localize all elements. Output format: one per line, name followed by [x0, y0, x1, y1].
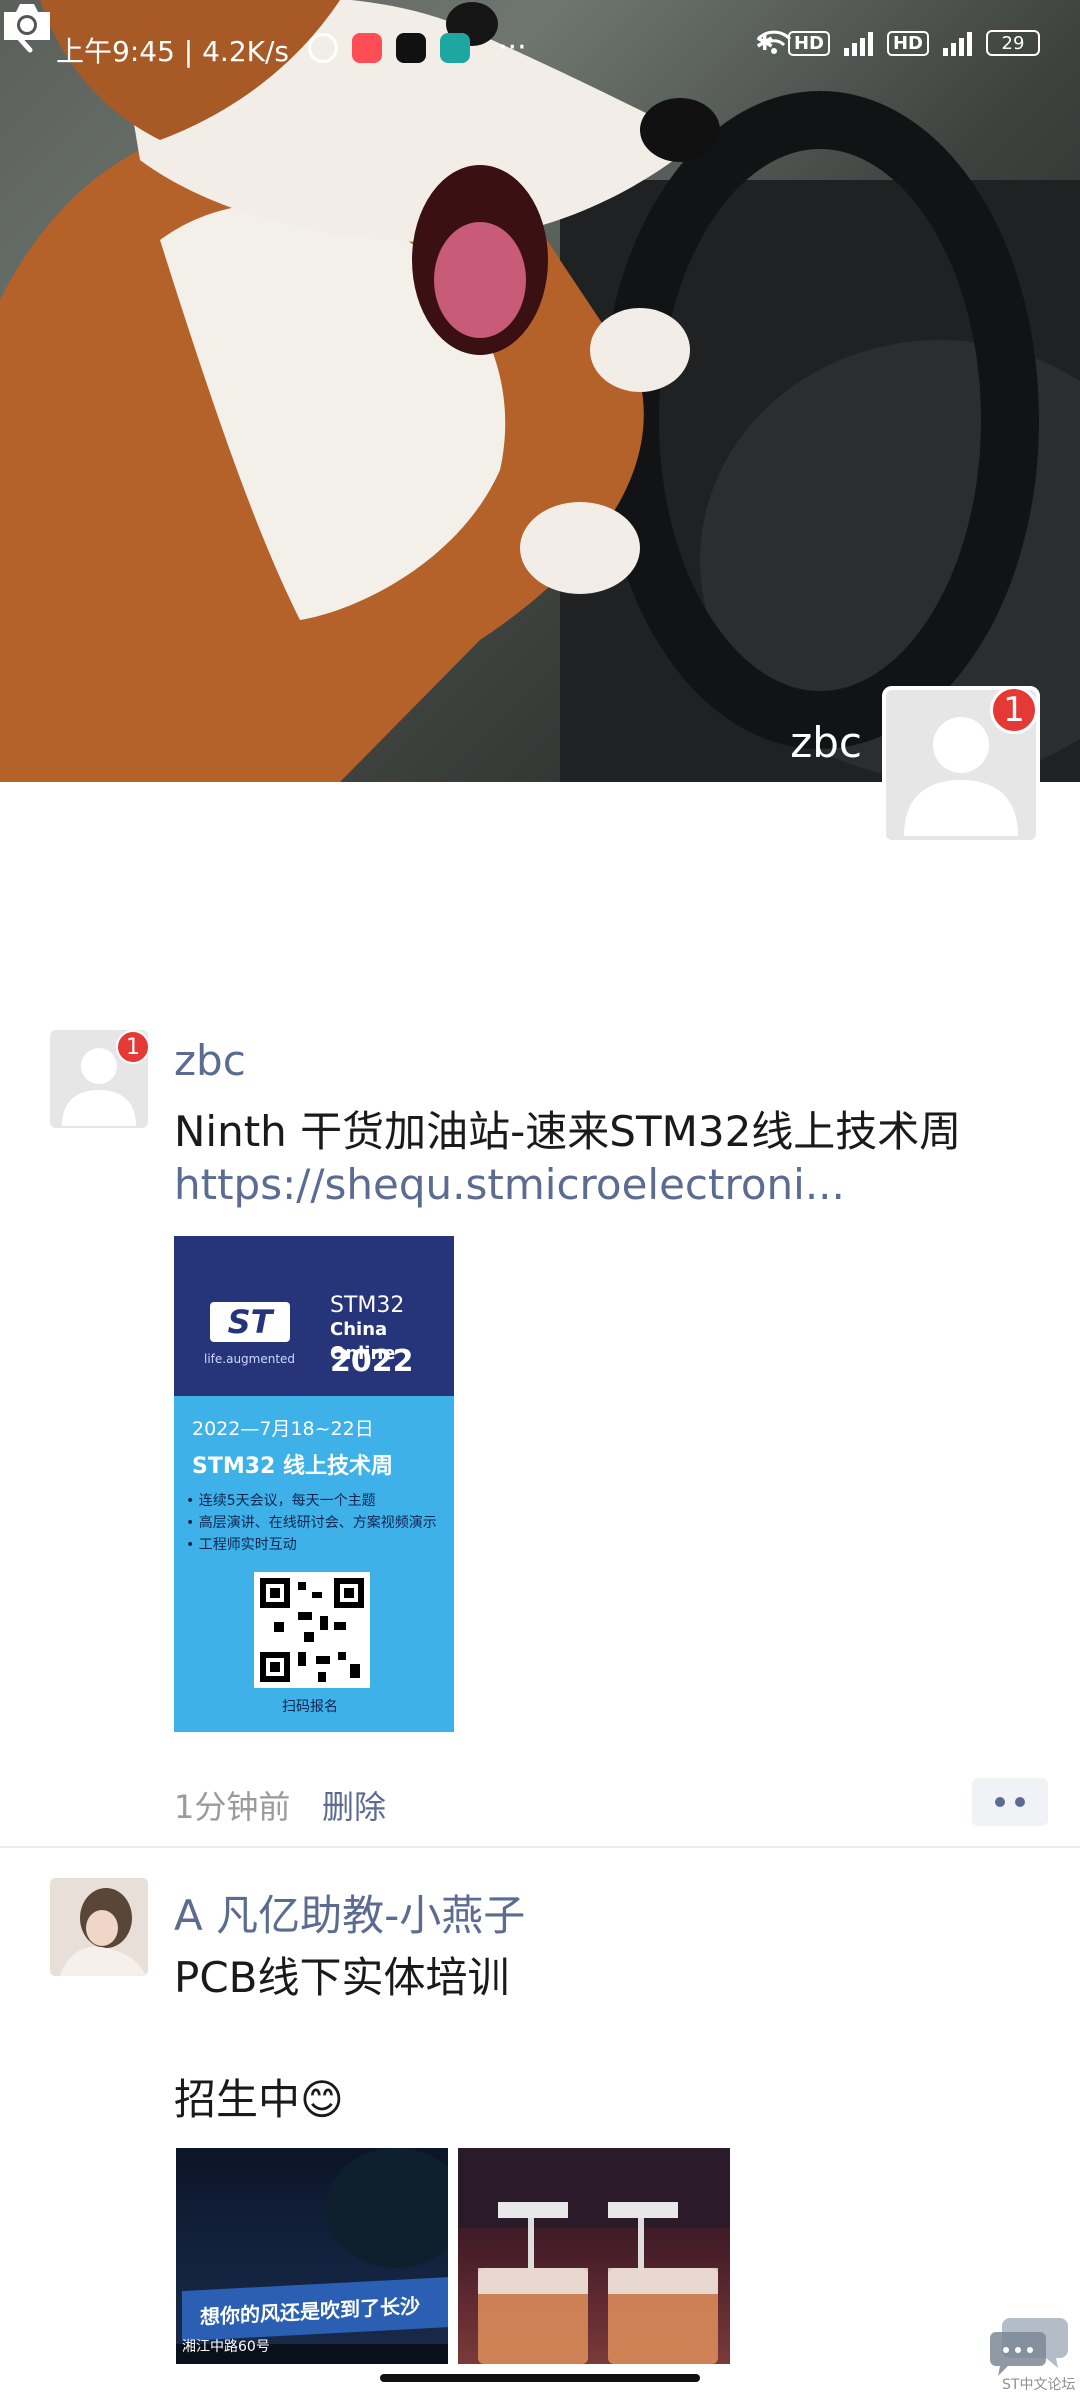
poster-year: 2022 — [330, 1344, 414, 1379]
signal-icon-2 — [943, 30, 972, 56]
status-right: ✱ HD HD 29 — [756, 30, 1040, 56]
dot-icon — [995, 1797, 1005, 1807]
post-image[interactable] — [458, 2148, 730, 2364]
poster-bullet: • 高层演讲、在线研讨会、方案视频演示 — [186, 1515, 437, 1531]
corgi-photo — [0, 0, 1080, 782]
status-app-icons: ··· — [308, 30, 527, 65]
hd-badge: HD — [787, 30, 830, 56]
bcss-app-icon — [440, 32, 470, 63]
dot-icon — [1015, 1797, 1025, 1807]
post-text-line: 招生中😊 — [174, 2075, 344, 2124]
post-avatar[interactable] — [50, 1878, 148, 1976]
more-notifications-icon: ··· — [498, 30, 527, 65]
user-photo-avatar — [50, 1878, 148, 1976]
post-image[interactable]: 想你的风还是吹到了长沙 湘江中路60号 — [176, 2148, 448, 2364]
post-author[interactable]: zbc — [174, 1036, 246, 1085]
post-time: 1分钟前 — [174, 1788, 291, 1826]
signal-icon — [843, 30, 873, 56]
poster-scan-label: 扫码报名 — [282, 1699, 338, 1715]
poster-event-line1: STM32 — [330, 1293, 405, 1318]
drinks-photo — [458, 2148, 730, 2364]
cover-image[interactable]: 上午9:45 | 4.2K/s ··· ✱ HD HD 29 zbc — [0, 0, 1080, 782]
poster-bullet: • 连续5天会议，每天一个主题 — [186, 1493, 376, 1509]
status-bar: 上午9:45 | 4.2K/s ··· ✱ HD HD 29 — [0, 0, 1080, 96]
post-author[interactable]: A 凡亿助教-小燕子 — [174, 1882, 525, 1943]
more-actions-button[interactable] — [972, 1778, 1048, 1826]
st-logo: ST — [210, 1302, 290, 1342]
post-notification-badge: 1 — [116, 1030, 150, 1064]
poster-tagline: life.augmented — [204, 1352, 296, 1366]
home-indicator[interactable] — [380, 2374, 700, 2382]
alarm-icon — [308, 32, 338, 63]
chat-bubble-icon — [990, 2318, 1068, 2376]
delete-button[interactable]: 删除 — [322, 1782, 386, 1828]
status-time: 上午9:45 | 4.2K/s — [56, 35, 290, 68]
post-text: Ninth 干货加油站-速来STM32线上技术周 — [174, 1107, 962, 1156]
qr-code-icon — [254, 1572, 370, 1688]
post-image-poster[interactable]: ST life.augmented STM32 China Online 202… — [174, 1236, 454, 1732]
post-divider — [0, 1846, 1080, 1848]
camera-icon[interactable] — [0, 0, 54, 44]
street-sign-sub: 湘江中路60号 — [182, 2339, 270, 2355]
battery-icon: 29 — [986, 30, 1040, 56]
cover-user-name[interactable]: zbc — [790, 718, 862, 767]
poster-bullet: • 工程师实时互动 — [186, 1537, 297, 1553]
poster-bullets: • 连续5天会议，每天一个主题 • 高层演讲、在线研讨会、方案视频演示 • 工程… — [186, 1490, 437, 1556]
tiktok-icon — [396, 32, 426, 63]
watermark-label: ST中文论坛 — [1002, 2377, 1076, 2393]
wifi-icon — [756, 30, 791, 54]
map-app-icon — [352, 32, 382, 63]
post-link[interactable]: https://shequ.stmicroelectroni... — [174, 1160, 845, 1209]
hd-badge-2: HD — [886, 30, 929, 56]
poster-title: STM32 线上技术周 — [192, 1454, 394, 1479]
post-text-line: PCB线下实体培训 — [174, 1953, 510, 2002]
cover-notification-badge: 1 — [990, 686, 1038, 734]
poster-date: 2022—7月18~22日 — [192, 1418, 374, 1440]
